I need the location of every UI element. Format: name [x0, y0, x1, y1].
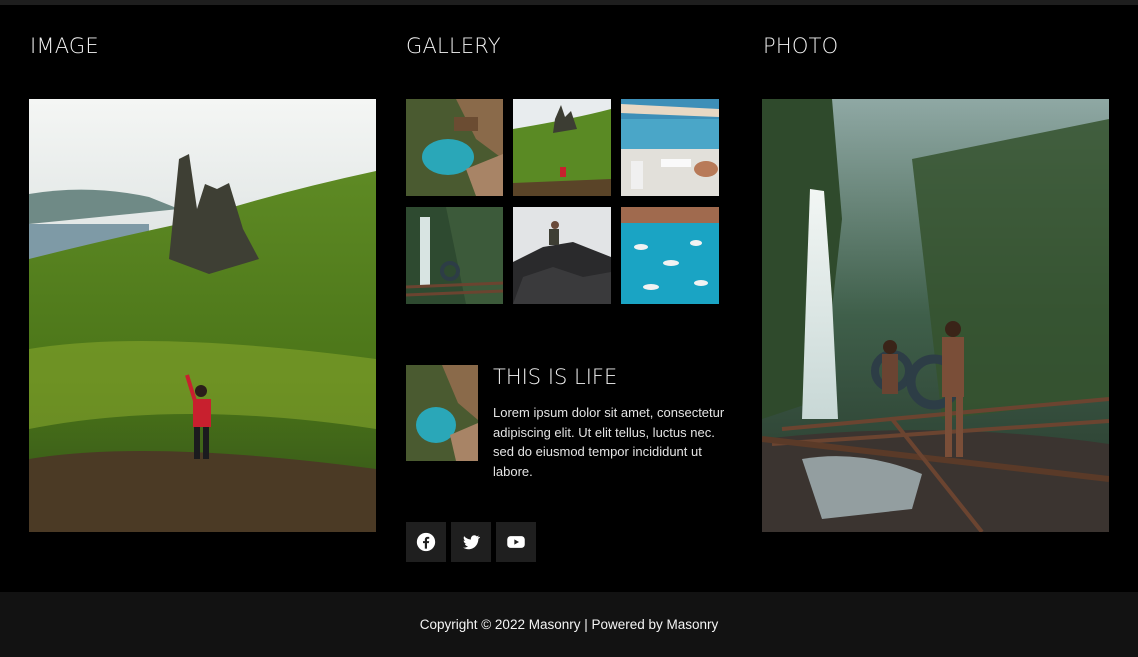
youtube-button[interactable] — [496, 522, 536, 562]
gallery-thumb-waterfall[interactable] — [406, 207, 503, 304]
footer-copyright: Copyright © 2022 Masonry | Powered by Ma… — [419, 617, 719, 632]
feature-text: Lorem ipsum dolor sit amet, consectetur … — [493, 405, 725, 479]
facebook-icon — [416, 532, 436, 552]
gallery-thumb-pool[interactable] — [406, 99, 503, 196]
twitter-icon — [463, 535, 481, 550]
landscape-image — [29, 99, 376, 532]
gallery-thumb-climber[interactable] — [513, 207, 611, 304]
gallery-thumb-terrace[interactable] — [621, 99, 719, 196]
gallery-thumb-mountain[interactable] — [513, 99, 611, 196]
footer: Copyright © 2022 Masonry | Powered by Ma… — [0, 592, 1138, 657]
facebook-button[interactable] — [406, 522, 446, 562]
feature-title: THIS IS LIFE — [493, 365, 618, 389]
top-bar — [0, 0, 1138, 5]
photo-heading: PHOTO — [763, 34, 839, 58]
youtube-icon — [507, 536, 525, 548]
gallery-thumb-bay[interactable] — [621, 207, 719, 304]
gallery-heading: GALLERY — [406, 34, 501, 58]
twitter-button[interactable] — [451, 522, 491, 562]
feature-thumbnail — [406, 365, 478, 461]
waterfall-photo — [762, 99, 1109, 532]
image-heading: IMAGE — [30, 34, 99, 58]
